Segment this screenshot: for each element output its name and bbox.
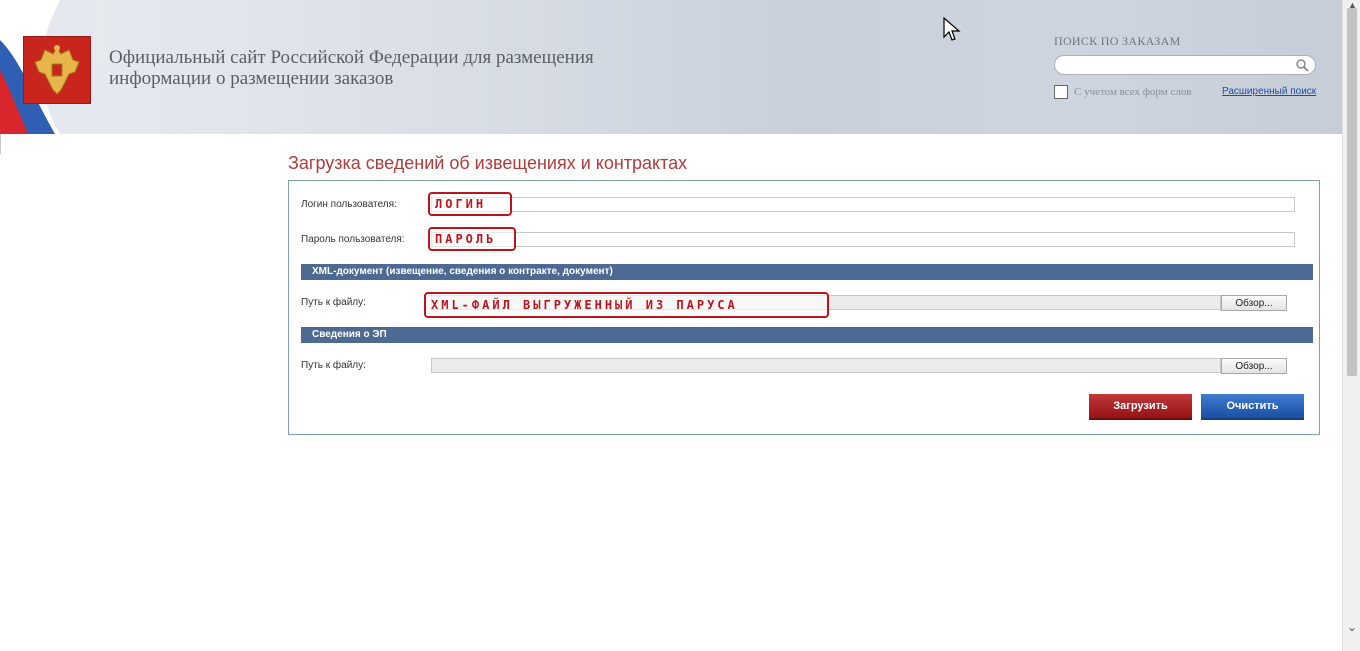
site-header: Официальный сайт Российской Федерации дл… <box>0 0 1342 134</box>
advanced-search-link[interactable]: Расширенный поиск <box>1222 86 1316 97</box>
login-field[interactable] <box>431 197 1295 212</box>
login-label: Логин пользователя: <box>301 199 397 210</box>
password-field[interactable] <box>431 232 1295 247</box>
site-title-line2: информации о размещении заказов <box>109 68 394 89</box>
login-annotation: ЛОГИН <box>428 192 512 216</box>
mouse-cursor-icon <box>943 17 961 41</box>
ep-path-label: Путь к файлу: <box>301 360 366 371</box>
xml-path-label: Путь к файлу: <box>301 297 366 308</box>
site-title: Официальный сайт Российской Федерации дл… <box>109 47 629 89</box>
all-word-forms-label: С учетом всех форм слов <box>1074 86 1192 98</box>
vertical-scrollbar[interactable]: ▲ ⌄ <box>1342 0 1360 651</box>
scroll-thumb[interactable] <box>1347 8 1357 376</box>
ep-section-header: Сведения о ЭП <box>301 327 1313 343</box>
double-headed-eagle-icon <box>34 45 80 95</box>
xml-file-annotation: XML-ФАЙЛ ВЫГРУЖЕННЫЙ ИЗ ПАРУСА <box>424 292 829 318</box>
site-title-line1: Официальный сайт Российской Федерации дл… <box>109 47 594 68</box>
search-icon[interactable] <box>1295 58 1309 72</box>
upload-form: Логин пользователя: ЛОГИН Пароль пользов… <box>288 180 1320 435</box>
ep-browse-button[interactable]: Обзор... <box>1221 358 1287 374</box>
password-label: Пароль пользователя: <box>301 234 405 245</box>
search-input[interactable] <box>1054 55 1316 75</box>
ep-file-field[interactable] <box>431 358 1221 373</box>
search-label: ПОИСК ПО ЗАКАЗАМ <box>1054 34 1181 48</box>
xml-section-header: XML-документ (извещение, сведения о конт… <box>301 264 1313 280</box>
upload-button[interactable]: Загрузить <box>1089 394 1192 420</box>
all-word-forms-checkbox[interactable] <box>1054 85 1068 99</box>
page-title: Загрузка сведений об извещениях и контра… <box>288 153 688 173</box>
all-word-forms-option[interactable]: С учетом всех форм слов <box>1054 85 1192 99</box>
xml-browse-button[interactable]: Обзор... <box>1221 295 1287 311</box>
left-divider <box>0 134 1 154</box>
password-annotation: ПАРОЛЬ <box>428 227 516 251</box>
coat-of-arms-emblem[interactable] <box>23 36 91 104</box>
scroll-down-icon[interactable]: ⌄ <box>1347 620 1357 634</box>
clear-button[interactable]: Очистить <box>1201 394 1304 420</box>
